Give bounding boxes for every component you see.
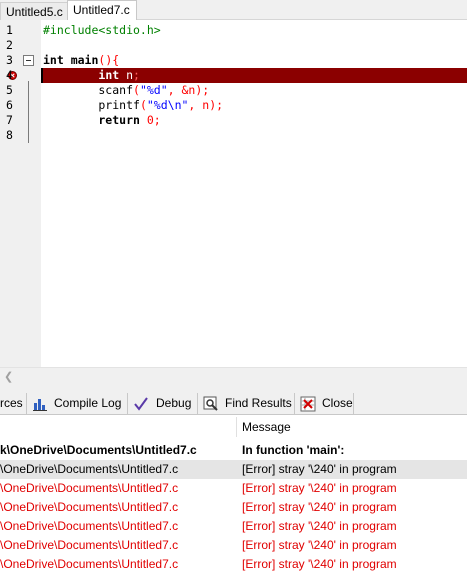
line-number: 8 bbox=[6, 128, 13, 142]
line-number: 6 bbox=[6, 98, 13, 112]
tab-label: Debug bbox=[156, 396, 192, 410]
code-line-5: 5 scanf("%d", &n); bbox=[0, 83, 467, 98]
bar-chart-icon bbox=[32, 396, 48, 412]
symbol: , &n); bbox=[167, 83, 210, 97]
code-line-8: 8 bbox=[0, 128, 467, 143]
tab-label: Close bbox=[322, 396, 353, 410]
identifier: n bbox=[119, 68, 134, 82]
fold-toggle-icon[interactable] bbox=[23, 55, 34, 66]
tab-untitled7[interactable]: Untitled7.c bbox=[67, 0, 137, 20]
editor-tab-bar: Untitled5.c Untitled7.c bbox=[0, 0, 467, 20]
message-cell: [Error] stray '\240' in program bbox=[242, 538, 397, 552]
line-number: 7 bbox=[6, 113, 13, 127]
message-cell: [Error] stray '\240' in program bbox=[242, 481, 397, 495]
file-cell: \OneDrive\Documents\Untitled7.c bbox=[0, 481, 179, 495]
code-line-3: 3 int main(){ bbox=[0, 53, 467, 68]
table-row[interactable]: \OneDrive\Documents\Untitled7.c [Error] … bbox=[0, 460, 467, 479]
code-line-2: 2 bbox=[0, 38, 467, 53]
symbol: ; bbox=[153, 113, 161, 127]
horizontal-scrollbar[interactable]: ❮ bbox=[0, 367, 467, 384]
find-icon bbox=[203, 396, 219, 412]
symbol: ( bbox=[133, 83, 140, 97]
file-cell: \OneDrive\Documents\Untitled7.c bbox=[0, 462, 179, 476]
tab-resources[interactable]: rces bbox=[0, 393, 27, 415]
message-cell: [Error] stray '\240' in program bbox=[242, 462, 397, 476]
function-call: scanf bbox=[43, 83, 134, 97]
tab-label: Compile Log bbox=[54, 396, 122, 410]
keyword: int bbox=[43, 53, 64, 67]
number-literal: 0 bbox=[139, 113, 154, 127]
code-line-1: 1 #include<stdio.h> bbox=[0, 23, 467, 38]
message-cell: [Error] stray '\240' in program bbox=[242, 519, 397, 533]
bottom-panel-tabs: rces Compile Log Debug Find Results Clos… bbox=[0, 393, 467, 415]
line-number: 3 bbox=[6, 53, 13, 67]
tab-compile-log[interactable]: Compile Log bbox=[28, 393, 128, 415]
close-grid-icon bbox=[300, 396, 316, 412]
tab-untitled5[interactable]: Untitled5.c bbox=[0, 2, 69, 20]
line-number: 1 bbox=[6, 23, 13, 37]
string-literal: "%d" bbox=[139, 83, 168, 97]
tab-find-results[interactable]: Find Results bbox=[199, 393, 295, 415]
keyword: return bbox=[43, 113, 140, 127]
line-number: 4 bbox=[6, 68, 13, 82]
table-row[interactable]: k\OneDrive\Documents\Untitled7.c In func… bbox=[0, 441, 467, 460]
tab-label: rces bbox=[0, 396, 23, 410]
tab-debug[interactable]: Debug bbox=[129, 393, 198, 415]
keyword: int bbox=[98, 68, 120, 82]
symbol: , n); bbox=[188, 98, 224, 112]
symbol: ( bbox=[139, 98, 147, 112]
line-number: 5 bbox=[6, 83, 13, 97]
file-cell: \OneDrive\Documents\Untitled7.c bbox=[0, 519, 179, 533]
code-line-7: 7 return 0; bbox=[0, 113, 467, 128]
code-editor[interactable]: 1 #include<stdio.h> 2 3 int main(){ int … bbox=[0, 20, 467, 367]
string-literal: "%d\n" bbox=[146, 98, 189, 112]
compiler-messages-table: Message k\OneDrive\Documents\Untitled7.c… bbox=[0, 415, 467, 574]
file-cell: k\OneDrive\Documents\Untitled7.c bbox=[0, 443, 197, 457]
table-row[interactable]: \OneDrive\Documents\Untitled7.c [Error] … bbox=[0, 479, 467, 498]
table-row[interactable]: \OneDrive\Documents\Untitled7.c [Error] … bbox=[0, 555, 467, 574]
table-row[interactable]: \OneDrive\Documents\Untitled7.c [Error] … bbox=[0, 517, 467, 536]
function-name: main bbox=[63, 53, 99, 67]
file-cell: \OneDrive\Documents\Untitled7.c bbox=[0, 500, 179, 514]
scroll-left-icon[interactable]: ❮ bbox=[4, 370, 13, 383]
message-cell: [Error] stray '\240' in program bbox=[242, 557, 397, 571]
message-column-header[interactable]: Message bbox=[242, 420, 291, 434]
include-directive: #include<stdio.h> bbox=[43, 23, 161, 37]
check-debug-icon bbox=[133, 396, 149, 412]
file-cell: \OneDrive\Documents\Untitled7.c bbox=[0, 557, 179, 571]
code-line-6: 6 printf("%d\n", n); bbox=[0, 98, 467, 113]
tab-close[interactable]: Close bbox=[296, 393, 354, 415]
message-cell: [Error] stray '\240' in program bbox=[242, 500, 397, 514]
column-divider[interactable] bbox=[236, 417, 237, 437]
code-line-4-error: int n; bbox=[41, 68, 467, 83]
table-row[interactable]: \OneDrive\Documents\Untitled7.c [Error] … bbox=[0, 498, 467, 517]
tab-label: Find Results bbox=[225, 396, 292, 410]
line-number: 2 bbox=[6, 38, 13, 52]
symbol: ; bbox=[133, 68, 140, 82]
table-header: Message bbox=[0, 415, 467, 438]
gutter-line-4: 4 bbox=[0, 68, 41, 83]
symbol: (){ bbox=[98, 53, 120, 67]
file-cell: \OneDrive\Documents\Untitled7.c bbox=[0, 538, 179, 552]
message-cell: In function 'main': bbox=[242, 443, 345, 457]
function-call: printf bbox=[43, 98, 140, 112]
table-row[interactable]: \OneDrive\Documents\Untitled7.c [Error] … bbox=[0, 536, 467, 555]
